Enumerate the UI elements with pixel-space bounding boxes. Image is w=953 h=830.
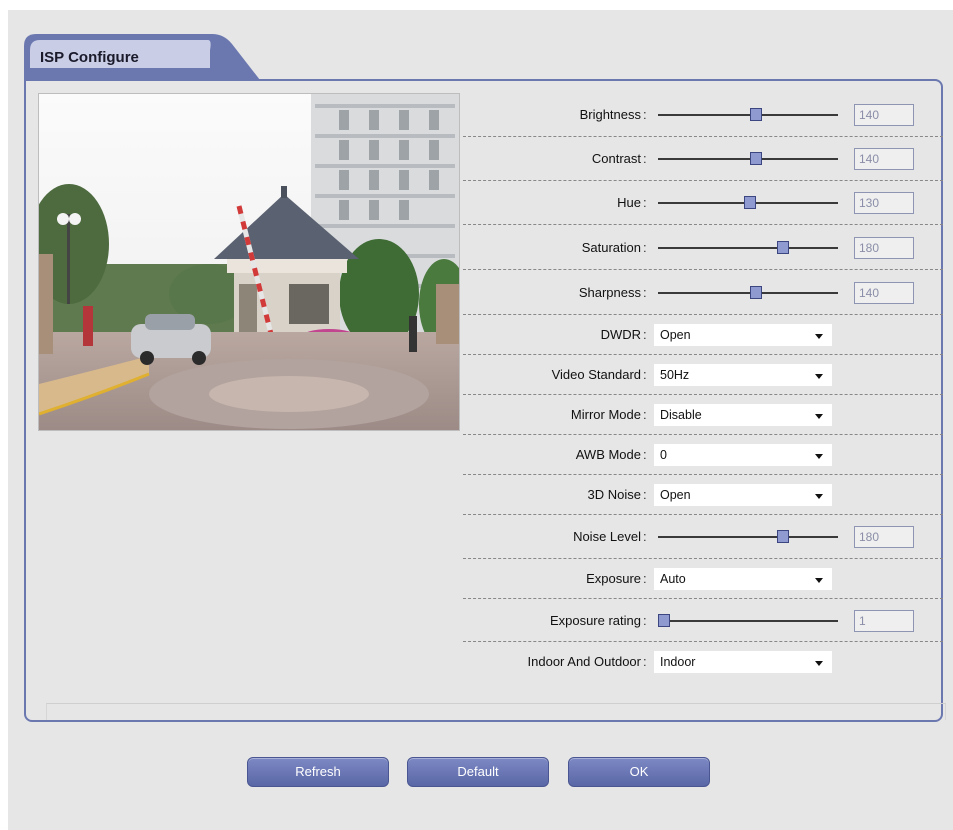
setting-row-sharpness: Sharpness: 140 bbox=[463, 270, 943, 315]
exposure-colon: : bbox=[643, 571, 647, 586]
video-standard-select[interactable]: 50Hz bbox=[654, 364, 832, 386]
brightness-slider-thumb[interactable] bbox=[750, 108, 762, 121]
saturation-value-field[interactable]: 180 bbox=[854, 237, 914, 259]
setting-row-awb-mode: AWB Mode:0 bbox=[463, 435, 943, 475]
chevron-down-icon bbox=[815, 454, 823, 459]
chevron-down-icon bbox=[815, 578, 823, 583]
exposure-rating-slider[interactable] bbox=[658, 614, 838, 627]
tab-title: ISP Configure bbox=[40, 49, 139, 66]
3d-noise-select[interactable]: Open bbox=[654, 484, 832, 506]
exposure-rating-value-field[interactable]: 1 bbox=[854, 610, 914, 632]
sharpness-slider[interactable] bbox=[658, 286, 838, 299]
refresh-button[interactable]: Refresh bbox=[247, 757, 389, 787]
mirror-mode-label: Mirror Mode bbox=[570, 407, 641, 422]
awb-mode-select[interactable]: 0 bbox=[654, 444, 832, 466]
contrast-slider-thumb[interactable] bbox=[750, 152, 762, 165]
exposure-rating-label: Exposure rating bbox=[549, 613, 641, 628]
setting-row-3d-noise: 3D Noise: Open bbox=[463, 475, 943, 515]
indoor-and-outdoor-selected-value: Indoor bbox=[660, 655, 696, 669]
exposure-rating-colon: : bbox=[643, 613, 647, 628]
noise-level-slider-thumb[interactable] bbox=[777, 530, 789, 543]
saturation-label: Saturation bbox=[581, 240, 641, 255]
contrast-slider[interactable] bbox=[658, 152, 838, 165]
setting-row-hue: Hue: 130 bbox=[463, 181, 943, 225]
setting-row-saturation: Saturation: 180 bbox=[463, 225, 943, 270]
chevron-down-icon bbox=[815, 334, 823, 339]
brightness-colon: : bbox=[643, 107, 647, 122]
3d-noise-colon: : bbox=[643, 487, 647, 502]
noise-level-value-field[interactable]: 180 bbox=[854, 526, 914, 548]
exposure-selected-value: Auto bbox=[660, 572, 686, 586]
chevron-down-icon bbox=[815, 414, 823, 419]
noise-level-label: Noise Level bbox=[573, 529, 641, 544]
hue-slider[interactable] bbox=[658, 196, 838, 209]
hue-label: Hue bbox=[617, 195, 641, 210]
saturation-colon: : bbox=[643, 240, 647, 255]
brightness-label: Brightness bbox=[579, 107, 641, 122]
awb-mode-selected-value: 0 bbox=[660, 448, 667, 462]
dwdr-select[interactable]: Open bbox=[654, 324, 832, 346]
chevron-down-icon bbox=[815, 661, 823, 666]
noise-level-slider[interactable] bbox=[658, 530, 838, 543]
dwdr-colon: : bbox=[643, 327, 647, 342]
sharpness-value-field[interactable]: 140 bbox=[854, 282, 914, 304]
dwdr-label: DWDR bbox=[600, 327, 641, 342]
awb-mode-label: AWB Mode bbox=[575, 447, 641, 462]
mirror-mode-selected-value: Disable bbox=[660, 408, 702, 422]
indoor-and-outdoor-colon: : bbox=[643, 654, 647, 669]
exposure-label: Exposure bbox=[586, 571, 641, 586]
dwdr-selected-value: Open bbox=[660, 328, 691, 342]
video-standard-selected-value: 50Hz bbox=[660, 368, 690, 382]
noise-level-colon: : bbox=[643, 529, 647, 544]
setting-row-brightness: Brightness: 140 bbox=[463, 93, 943, 137]
hue-slider-thumb[interactable] bbox=[744, 196, 756, 209]
setting-row-mirror-mode: Mirror Mode: Disable bbox=[463, 395, 943, 435]
hue-colon: : bbox=[643, 195, 647, 210]
3d-noise-selected-value: Open bbox=[660, 488, 691, 502]
setting-row-dwdr: DWDR: Open bbox=[463, 315, 943, 355]
setting-row-indoor-and-outdoor: Indoor And Outdoor: Indoor bbox=[463, 642, 943, 682]
mirror-mode-select[interactable]: Disable bbox=[654, 404, 832, 426]
contrast-value-field[interactable]: 140 bbox=[854, 148, 914, 170]
exposure-rating-slider-thumb[interactable] bbox=[658, 614, 670, 627]
setting-row-exposure-rating: Exposure rating: 1 bbox=[463, 599, 943, 642]
sharpness-label: Sharpness bbox=[578, 285, 641, 300]
sharpness-colon: : bbox=[643, 285, 647, 300]
chevron-down-icon bbox=[815, 494, 823, 499]
default-button[interactable]: Default bbox=[407, 757, 549, 787]
contrast-colon: : bbox=[643, 151, 647, 166]
3d-noise-label: 3D Noise bbox=[587, 487, 641, 502]
mirror-mode-colon: : bbox=[643, 407, 647, 422]
indoor-and-outdoor-label: Indoor And Outdoor bbox=[527, 654, 641, 669]
ok-button[interactable]: OK bbox=[568, 757, 710, 787]
exposure-select[interactable]: Auto bbox=[654, 568, 832, 590]
saturation-slider-thumb[interactable] bbox=[777, 241, 789, 254]
hue-value-field[interactable]: 130 bbox=[854, 192, 914, 214]
setting-row-video-standard: Video Standard:50Hz bbox=[463, 355, 943, 395]
awb-mode-colon: : bbox=[643, 447, 647, 462]
setting-row-contrast: Contrast: 140 bbox=[463, 137, 943, 181]
sharpness-slider-thumb[interactable] bbox=[750, 286, 762, 299]
brightness-slider[interactable] bbox=[658, 108, 838, 121]
camera-preview-image bbox=[39, 94, 459, 430]
panel-footer-bar bbox=[46, 703, 946, 720]
indoor-and-outdoor-select[interactable]: Indoor bbox=[654, 651, 832, 673]
brightness-value-field[interactable]: 140 bbox=[854, 104, 914, 126]
camera-preview bbox=[38, 93, 460, 431]
chevron-down-icon bbox=[815, 374, 823, 379]
contrast-label: Contrast bbox=[591, 151, 641, 166]
video-standard-colon: : bbox=[643, 367, 647, 382]
saturation-slider[interactable] bbox=[658, 241, 838, 254]
setting-row-noise-level: Noise Level: 180 bbox=[463, 515, 943, 559]
video-standard-label: Video Standard bbox=[551, 367, 641, 382]
setting-row-exposure: Exposure: Auto bbox=[463, 559, 943, 599]
